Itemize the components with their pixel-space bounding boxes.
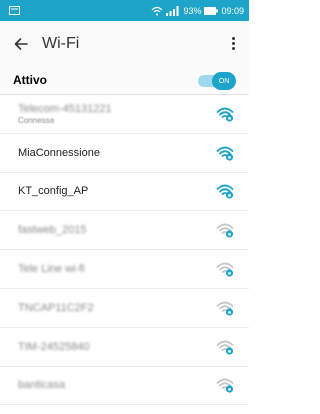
network-name: TNCAP11C2F2 [18,301,94,314]
network-text: TNCAP11C2F2 [18,302,216,314]
network-item[interactable]: Tele Line wi-fi [0,250,249,289]
network-item[interactable]: TNCAP11C2F2 [0,289,249,328]
network-name: TIM-24525840 [18,340,90,353]
dot-icon [231,42,235,45]
network-list: Telecom-45131221 Connessa MiaConnessione KT… [0,95,249,406]
wifi-lock-icon [216,301,234,316]
wifi-lock-icon [216,379,234,394]
wifi-lock-icon [216,146,234,161]
wifi-lock-icon [216,262,234,277]
network-name: Tele Line wi-fi [18,263,85,276]
wifi-status-icon [152,6,163,15]
wifi-toggle-switch[interactable]: ON [192,72,236,90]
network-name: KT_config_AP [18,185,89,198]
network-item[interactable]: MiaConnessione [0,134,249,173]
notification-icon [9,6,20,15]
clock: 09:09 [221,5,244,16]
network-text: banticasa [18,379,216,391]
network-text: TIM-24525840 [18,341,216,353]
network-item[interactable]: TIM-24525840 [0,328,249,367]
network-item[interactable]: KT_config_AP [0,173,249,212]
network-status: Connessa [18,115,55,125]
wifi-lock-icon [216,340,234,355]
network-text: KT_config_AP [18,185,216,197]
network-item[interactable]: Telecom-45131221 Connessa [0,95,249,134]
network-text: MiaConnessione [18,147,216,159]
dot-icon [231,37,235,40]
network-text: Tele Line wi-fi [18,263,216,275]
wifi-toggle-row: Attivo ON [0,66,249,95]
network-text: Telecom-45131221 Connessa [18,103,216,125]
network-text: fastweb_2015 [18,224,216,236]
network-item[interactable]: fastweb_2015 [0,211,249,251]
battery-percent: 93% [183,5,202,16]
arrow-back-icon [14,37,28,50]
network-name: Telecom-45131221 [18,102,112,115]
more-options-button[interactable] [225,37,241,50]
wifi-lock-icon [216,107,234,122]
network-name: banticasa [18,379,66,392]
wifi-toggle-label: Attivo [13,73,47,87]
wifi-lock-icon [216,185,234,200]
status-bar: 93% 09:09 [0,0,249,21]
back-button[interactable] [8,31,34,57]
cell-signal-icon [166,5,179,16]
network-name: MiaConnessione [18,146,100,159]
app-bar: Wi-Fi [0,21,249,66]
network-name: fastweb_2015 [18,224,87,237]
page-title: Wi-Fi [42,34,80,52]
battery-icon [204,6,219,15]
network-item[interactable]: banticasa [0,367,249,406]
wifi-lock-icon [216,223,234,238]
switch-thumb: ON [212,72,236,90]
dot-icon [231,47,235,50]
